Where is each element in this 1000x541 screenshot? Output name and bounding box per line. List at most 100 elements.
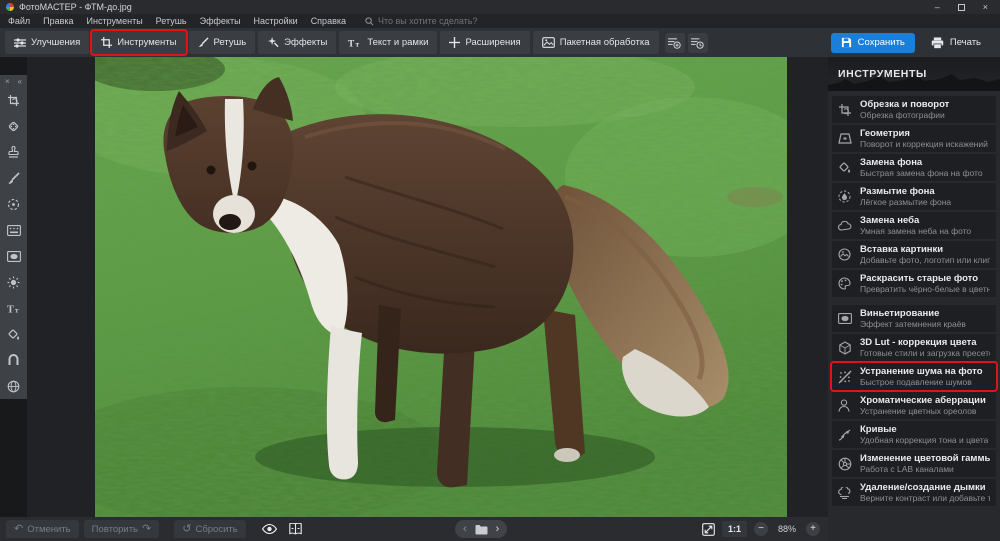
photo-navigator: ‹ › xyxy=(455,520,507,538)
tool-item-vignette[interactable]: Виньетирование Эффект затемнения краёв xyxy=(832,305,996,332)
fit-screen-icon[interactable] xyxy=(702,523,715,536)
apply-preset-history-button[interactable] xyxy=(688,33,708,53)
tool-brush[interactable] xyxy=(0,165,27,191)
photo-dog-on-grass xyxy=(95,57,787,517)
panel-close-icon[interactable]: × xyxy=(5,77,10,87)
print-button[interactable]: Печать xyxy=(923,33,989,53)
maximize-icon[interactable] xyxy=(958,4,965,11)
magic-wand-icon xyxy=(267,37,279,48)
menu-settings[interactable]: Настройки xyxy=(254,16,298,26)
menu-help[interactable]: Справка xyxy=(311,16,346,26)
minimize-icon[interactable]: – xyxy=(935,0,940,14)
zoom-out-button[interactable]: − xyxy=(754,522,768,536)
tab-enhancements[interactable]: Улучшения xyxy=(5,31,89,54)
tool-item-colorize-old-photos[interactable]: Раскрасить старые фото Превратить чёрно-… xyxy=(832,270,996,297)
zoom-controls: 1:1 − 88% + xyxy=(702,520,820,538)
svg-text:T: T xyxy=(7,304,14,313)
preset-add-icon xyxy=(668,37,681,49)
tool-item-geometry[interactable]: Геометрия Поворот и коррекция искажений xyxy=(832,125,996,152)
noise-removal-icon xyxy=(838,370,852,384)
tool-item-background-blur[interactable]: Размытие фона Лёгкое размытие фона xyxy=(832,183,996,210)
tab-batch-processing[interactable]: Пакетная обработка xyxy=(533,31,659,54)
before-after-button[interactable] xyxy=(285,520,307,538)
tool-item-curves[interactable]: Кривые Удобная коррекция тона и цвета xyxy=(832,421,996,448)
tool-clone-stamp[interactable] xyxy=(0,139,27,165)
heal-patch-icon xyxy=(7,120,20,133)
reset-button[interactable]: ↺ Сбросить xyxy=(174,520,245,538)
menu-bar: Файл Правка Инструменты Ретушь Эффекты Н… xyxy=(0,14,1000,28)
paint-bucket-icon xyxy=(838,161,851,174)
tool-sky-replace[interactable] xyxy=(0,347,27,373)
redo-icon: ↷ xyxy=(142,524,151,535)
tab-effects[interactable]: Эффекты xyxy=(258,31,336,54)
printer-icon xyxy=(931,37,944,49)
show-original-button[interactable] xyxy=(259,520,281,538)
next-photo-icon[interactable]: › xyxy=(496,521,500,537)
vignette-icon xyxy=(7,251,21,262)
tab-extensions[interactable]: Расширения xyxy=(440,31,529,54)
tab-retouch[interactable]: Ретушь xyxy=(189,31,256,54)
undo-icon: ↶ xyxy=(14,524,23,535)
tools-panel: ИНСТРУМЕНТЫ Обрезка и поворот Обрезка фо… xyxy=(828,57,1000,541)
main-toolbar: Улучшения Инструменты Ретушь Эффекты T т… xyxy=(0,28,1000,57)
plus-icon xyxy=(449,37,460,48)
main-area: × « xyxy=(0,57,1000,541)
sphere-globe-icon xyxy=(7,380,20,393)
eye-icon xyxy=(262,524,277,534)
tool-item-sky-replace[interactable]: Замена неба Умная замена неба на фото xyxy=(832,212,996,239)
canvas-area xyxy=(27,57,828,517)
tool-graduated-filter[interactable] xyxy=(0,217,27,243)
tool-item-color-gamma[interactable]: Изменение цветовой гаммы Работа с LAB ка… xyxy=(832,450,996,477)
panel-collapse-icon[interactable]: « xyxy=(18,77,22,87)
tool-item-haze[interactable]: Удаление/создание дымки Верните контраст… xyxy=(832,479,996,506)
sliders-icon xyxy=(14,38,26,48)
title-bar: ФотоМАСТЕР - ФТМ-до.jpg – × xyxy=(0,0,1000,14)
sun-icon xyxy=(7,276,20,289)
zoom-level: 88% xyxy=(775,524,799,534)
tab-tools[interactable]: Инструменты xyxy=(92,31,185,54)
preset-history-icon xyxy=(691,37,704,49)
tool-item-background-replace[interactable]: Замена фона Быстрая замена фона на фото xyxy=(832,154,996,181)
folder-icon[interactable] xyxy=(475,524,488,535)
save-button[interactable]: Сохранить xyxy=(831,33,915,53)
tool-crop-rotate[interactable] xyxy=(0,87,27,113)
menu-file[interactable]: Файл xyxy=(8,16,30,26)
chromatic-aberration-icon xyxy=(838,399,850,412)
tool-item-3d-lut[interactable]: 3D Lut - коррекция цвета Готовые стили и… xyxy=(832,334,996,361)
close-icon[interactable]: × xyxy=(983,0,988,14)
graduated-filter-icon xyxy=(7,225,21,236)
haze-icon xyxy=(838,487,852,499)
tool-vignette[interactable] xyxy=(0,243,27,269)
tool-item-crop-rotate[interactable]: Обрезка и поворот Обрезка фотографии xyxy=(832,96,996,123)
tool-radial-filter[interactable] xyxy=(0,191,27,217)
tool-text[interactable]: T т xyxy=(0,295,27,321)
magnet-icon xyxy=(7,354,20,366)
paint-bucket-icon xyxy=(7,328,20,341)
menu-effects[interactable]: Эффекты xyxy=(200,16,241,26)
tool-heal-patch[interactable] xyxy=(0,113,27,139)
svg-text:T: T xyxy=(348,39,355,47)
zoom-in-button[interactable]: + xyxy=(806,522,820,536)
app-logo-icon xyxy=(6,3,14,11)
text-tool-icon: T т xyxy=(7,303,21,314)
crop-icon xyxy=(101,37,112,48)
tab-text-frames[interactable]: T т Текст и рамки xyxy=(339,31,437,54)
tool-item-noise-removal[interactable]: Устранение шума на фото Быстрое подавлен… xyxy=(832,363,996,390)
menu-edit[interactable]: Правка xyxy=(43,16,73,26)
tool-brightness[interactable] xyxy=(0,269,27,295)
tool-3d-lut-sphere[interactable] xyxy=(0,373,27,399)
menu-retouch[interactable]: Ретушь xyxy=(156,16,187,26)
undo-button[interactable]: ↶ Отменить xyxy=(6,520,79,538)
tool-item-chromatic-aberration[interactable]: Хроматические аберрации Устранение цветн… xyxy=(832,392,996,419)
menu-tools[interactable]: Инструменты xyxy=(87,16,143,26)
tool-fill-background[interactable] xyxy=(0,321,27,347)
actual-size-button[interactable]: 1:1 xyxy=(722,521,747,537)
prev-photo-icon[interactable]: ‹ xyxy=(463,521,467,537)
apply-preset-add-button[interactable] xyxy=(665,33,685,53)
tool-item-insert-picture[interactable]: Вставка картинки Добавьте фото, логотип … xyxy=(832,241,996,268)
search-box[interactable]: Что вы хотите сделать? xyxy=(365,16,478,26)
redo-button[interactable]: Повторить ↷ xyxy=(84,520,160,538)
palette-icon xyxy=(838,277,851,290)
svg-text:т: т xyxy=(14,305,18,313)
blur-drop-icon xyxy=(838,190,851,203)
